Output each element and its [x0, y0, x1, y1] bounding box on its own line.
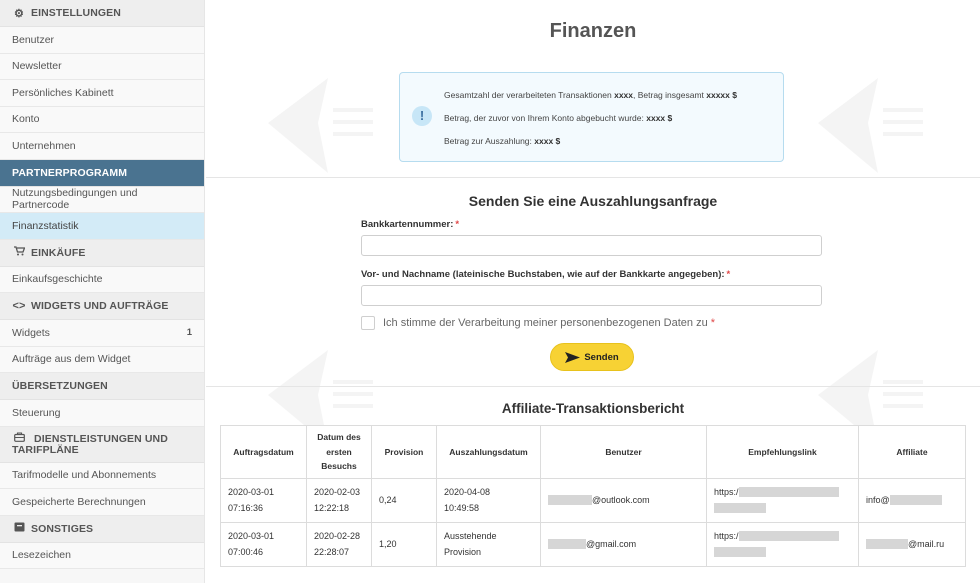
user-cell: @outlook.com: [540, 478, 707, 523]
info-payout-amount: Betrag zur Auszahlung: xxxx $: [444, 136, 561, 146]
user-cell: @gmail.com: [540, 522, 707, 567]
column-header[interactable]: Datum des ersten Besuchs: [306, 425, 372, 479]
sidebar-item-account[interactable]: Konto: [0, 106, 204, 133]
column-header[interactable]: Auszahlungsdatum: [436, 425, 541, 479]
table-header-row: Auftragsdatum Datum des ersten Besuchs P…: [220, 425, 966, 479]
info-box: ! Gesamtzahl der verarbeiteten Transakti…: [399, 72, 784, 162]
send-button[interactable]: Senden: [550, 343, 634, 371]
column-header[interactable]: Benutzer: [540, 425, 707, 479]
redacted-block: [738, 531, 839, 542]
sidebar-item-terms-partner-code[interactable]: Nutzungsbedingungen und Partnercode: [0, 186, 204, 213]
card-number-label: Bankkartennummer: *: [361, 219, 460, 230]
commission-cell: 0,24: [371, 478, 437, 523]
sidebar-section-label: EINSTELLUNGEN: [31, 7, 121, 19]
redacted-block: [866, 539, 908, 550]
sidebar-section-settings[interactable]: ⚙ EINSTELLUNGEN: [0, 0, 204, 27]
consent-label: Ich stimme der Verarbeitung meiner perso…: [383, 317, 708, 329]
report-title: Affiliate-Transaktionsbericht: [501, 401, 685, 416]
sidebar-item-widget-orders[interactable]: Aufträge aus dem Widget: [0, 346, 204, 373]
table-row: 2020-03-01 07:16:36 2020-02-03 12:22:18 0,…: [220, 478, 966, 523]
sidebar-item-control[interactable]: Steuerung: [0, 400, 204, 427]
logo-watermark-icon: [818, 78, 923, 173]
sidebar-item-tariff-models[interactable]: Tarifmodelle und Abonnements: [0, 462, 204, 489]
sidebar-section-purchases[interactable]: EINKÄUFE: [0, 239, 204, 267]
affiliate-report-table: Auftragsdatum Datum des ersten Besuchs P…: [220, 425, 966, 567]
sidebar-section-label: DIENSTLEISTUNGEN UND: [34, 432, 168, 445]
count-badge: 1: [186, 327, 192, 339]
sidebar-item-company[interactable]: Unternehmen: [0, 133, 204, 160]
sidebar-item-users[interactable]: Benutzer: [0, 27, 204, 54]
first-visit-cell: 2020-02-03 12:22:18: [306, 478, 372, 523]
column-header[interactable]: Empfehlungslink: [706, 425, 859, 479]
consent-row: Ich stimme der Verarbeitung meiner perso…: [361, 316, 715, 330]
box-icon: [12, 522, 26, 535]
page-title: Finanzen: [549, 20, 637, 42]
sidebar-item-purchase-history[interactable]: Einkaufsgeschichte: [0, 266, 204, 293]
payout-date-cell: 2020-04-08 10:49:58: [436, 478, 541, 523]
commission-cell: 1,20: [371, 522, 437, 567]
sidebar-section-label: SONSTIGES: [31, 522, 94, 535]
sidebar-item-saved-calculations[interactable]: Gespeicherte Berechnungen: [0, 489, 204, 516]
info-debited-amount: Betrag, der zuvor von Ihrem Konto abgebu…: [444, 113, 673, 123]
sidebar-item-financial-statistics[interactable]: Finanzstatistik: [0, 213, 204, 240]
order-date-cell: 2020-03-01 07:00:46: [220, 522, 307, 567]
sidebar-section-label: WIDGETS UND AUFTRÄGE: [31, 300, 169, 312]
column-header[interactable]: Affiliate: [858, 425, 966, 479]
sidebar-section-label: PARTNERPROGRAMM: [12, 166, 128, 179]
referral-link-cell[interactable]: https:/: [706, 478, 859, 523]
sidebar-section-translations[interactable]: ÜBERSETZUNGEN: [0, 373, 204, 400]
first-visit-cell: 2020-02-28 22:28:07: [306, 522, 372, 567]
sidebar-section-partner-program[interactable]: PARTNERPROGRAMM: [0, 159, 204, 187]
cart-icon: [12, 246, 26, 259]
gear-icon: ⚙: [14, 7, 24, 20]
sidebar-item-widgets[interactable]: Widgets 1: [0, 320, 204, 347]
info-total-transactions: Gesamtzahl der verarbeiteten Transaktion…: [444, 90, 737, 100]
sidebar-section-label: TARIFPLÄNE: [12, 444, 79, 457]
full-name-input[interactable]: [361, 285, 822, 306]
column-header[interactable]: Provision: [371, 425, 437, 479]
send-arrow-icon: [565, 351, 581, 363]
redacted-block: [714, 503, 766, 514]
column-header[interactable]: Auftragsdatum: [220, 425, 307, 479]
order-date-cell: 2020-03-01 07:16:36: [220, 478, 307, 523]
divider: [206, 177, 980, 178]
redacted-block: [714, 547, 766, 558]
consent-checkbox[interactable]: [361, 316, 375, 330]
sidebar-item-newsletter[interactable]: Newsletter: [0, 53, 204, 80]
affiliate-cell: info@: [858, 478, 966, 523]
sidebar-section-services[interactable]: DIENSTLEISTUNGEN UND TARIFPLÄNE: [0, 426, 204, 463]
redacted-block: [548, 539, 586, 550]
referral-link-cell[interactable]: https:/: [706, 522, 859, 567]
sidebar-section-widgets[interactable]: <> WIDGETS UND AUFTRÄGE: [0, 293, 204, 320]
sidebar-item-bookmarks[interactable]: Lesezeichen: [0, 542, 204, 569]
card-number-input[interactable]: [361, 235, 822, 256]
divider: [206, 386, 980, 387]
payout-date-cell: Ausstehende Provision: [436, 522, 541, 567]
sidebar: ⚙ EINSTELLUNGEN Benutzer Newsletter Pers…: [0, 0, 205, 583]
sidebar-section-label: EINKÄUFE: [31, 246, 86, 259]
table-row: 2020-03-01 07:00:46 2020-02-28 22:28:07 1,…: [220, 522, 966, 567]
payout-form-title: Senden Sie eine Auszahlungsanfrage: [468, 193, 718, 209]
sidebar-item-personal-cabinet[interactable]: Persönliches Kabinett: [0, 80, 204, 107]
sidebar-section-other[interactable]: SONSTIGES: [0, 515, 204, 543]
full-name-label: Vor- und Nachname (lateinische Buchstabe…: [361, 269, 731, 280]
code-icon: <>: [12, 300, 26, 312]
main-content: Finanzen ! Gesamtzahl der verarbeiteten …: [206, 0, 980, 583]
sidebar-section-label: ÜBERSETZUNGEN: [12, 380, 108, 392]
logo-watermark-icon: [268, 78, 373, 173]
redacted-block: [889, 495, 942, 506]
affiliate-cell: @mail.ru: [858, 522, 966, 567]
exclamation-icon: !: [412, 106, 432, 126]
redacted-block: [548, 495, 592, 506]
redacted-block: [738, 487, 839, 498]
